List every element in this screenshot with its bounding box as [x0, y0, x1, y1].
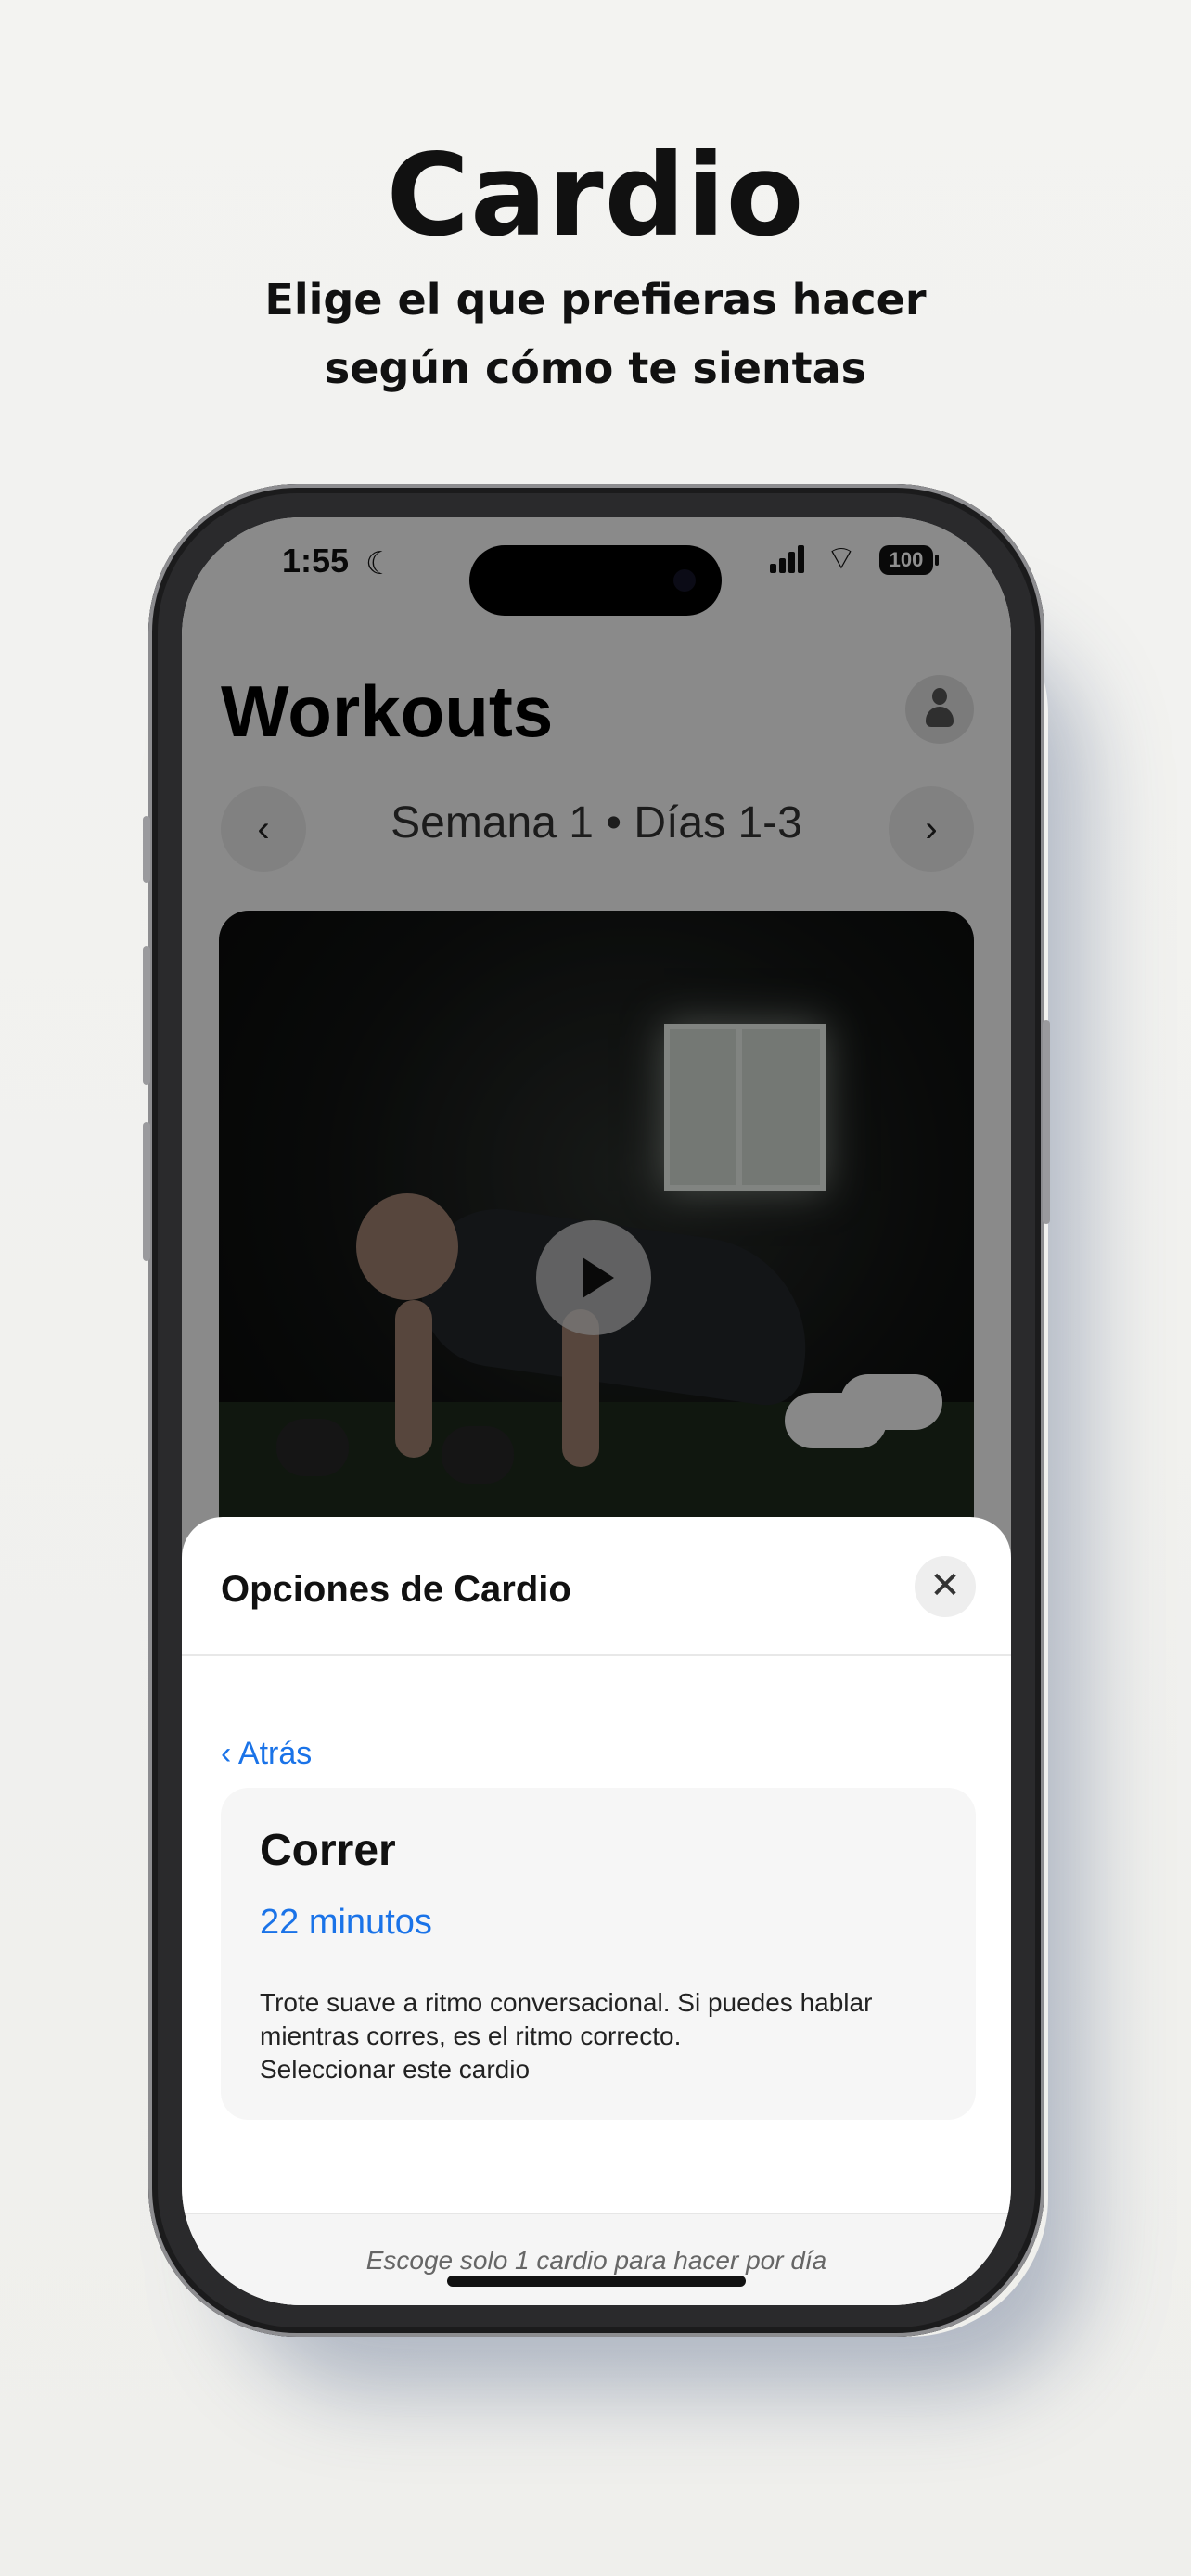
select-cardio-link[interactable]: Seleccionar este cardio — [260, 2053, 946, 2086]
home-indicator[interactable] — [447, 2276, 746, 2287]
cardio-option-card[interactable]: Correr 22 minutos Trote suave a ritmo co… — [221, 1788, 976, 2120]
volume-down-button — [143, 1122, 150, 1261]
promo-subtitle-line-1: Elige el que prefieras hacer — [264, 274, 927, 325]
phone-screen: 1:55 ☾ ⌔ 100 Workouts ‹ Semana 1 • Días … — [182, 517, 1011, 2305]
action-button — [143, 816, 150, 883]
power-button — [1043, 1020, 1050, 1224]
cardio-option-name: Correr — [260, 1826, 396, 1875]
cardio-option-duration: 22 minutos — [260, 1903, 432, 1942]
description-line-1: Trote suave a ritmo conversacional. Si p… — [260, 1988, 873, 2017]
sheet-footer: Escoge solo 1 cardio para hacer por día — [182, 2213, 1011, 2305]
volume-up-button — [143, 946, 150, 1085]
description-line-2: mientras corres, es el ritmo correcto. — [260, 2021, 682, 2050]
back-link[interactable]: ‹ Atrás — [221, 1736, 312, 1772]
footer-note: Escoge solo 1 cardio para hacer por día — [365, 2246, 827, 2275]
promo-subtitle: Elige el que prefieras hacer según cómo … — [178, 265, 1013, 402]
cardio-option-description: Trote suave a ritmo conversacional. Si p… — [260, 1986, 946, 2086]
promo-title: Cardio — [386, 130, 805, 261]
promo-subtitle-line-2: según cómo te sientas — [324, 343, 867, 393]
cardio-options-sheet: Opciones de Cardio ✕ ‹ Atrás Correr 22 m… — [182, 1517, 1011, 2305]
sheet-title: Opciones de Cardio — [221, 1569, 571, 1610]
sheet-divider — [182, 1654, 1011, 1656]
close-button[interactable]: ✕ — [915, 1556, 976, 1617]
